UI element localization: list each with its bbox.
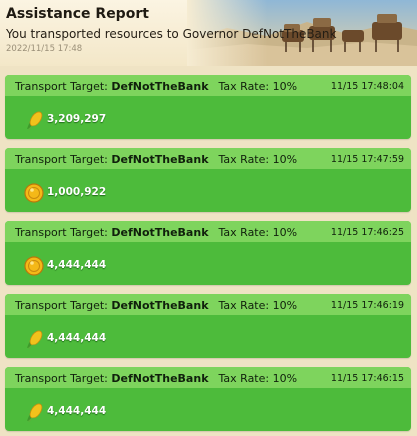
transport-target-prefix: Transport Target: — [15, 372, 108, 385]
resource-amount: 4,444,444 — [47, 259, 107, 271]
card-header: Transport Target: DefNotTheBank Tax Rate:… — [5, 367, 411, 388]
card-header: Transport Target: DefNotTheBank Tax Rate:… — [5, 75, 411, 96]
transport-target-prefix: Transport Target: — [15, 80, 108, 93]
resource-amount: 4,444,444 — [47, 405, 107, 417]
resource-amount: 3,209,297 — [47, 113, 107, 125]
transport-time: 11/15 17:47:59 — [330, 154, 404, 165]
transport-time: 11/15 17:48:04 — [330, 81, 404, 92]
transport-time: 11/15 17:46:25 — [330, 227, 404, 238]
transport-target-label: Transport Target: DefNotTheBank Tax Rate:… — [15, 372, 297, 385]
transport-target-prefix: Transport Target: — [15, 153, 108, 166]
report-date: 2022/11/15 17:48 — [6, 44, 83, 54]
transport-target-name: DefNotTheBank — [111, 226, 209, 239]
transport-card: Transport Target: DefNotTheBank Tax Rate:… — [5, 294, 411, 358]
report-subtitle: You transported resources to Governor De… — [6, 27, 337, 41]
transport-card: Transport Target: DefNotTheBank Tax Rate:… — [5, 75, 411, 139]
transport-target-prefix: Transport Target: — [15, 226, 108, 239]
transport-target-label: Transport Target: DefNotTheBank Tax Rate:… — [15, 299, 297, 312]
transport-time: 11/15 17:46:19 — [330, 300, 404, 311]
transport-card: Transport Target: DefNotTheBank Tax Rate:… — [5, 148, 411, 212]
resource-amount: 1,000,922 — [47, 186, 107, 198]
transport-target-name: DefNotTheBank — [111, 80, 209, 93]
report-header: Assistance Report You transported resour… — [0, 0, 417, 66]
card-header: Transport Target: DefNotTheBank Tax Rate:… — [5, 148, 411, 169]
tax-rate: Tax Rate: 10% — [218, 372, 298, 385]
card-header: Transport Target: DefNotTheBank Tax Rate:… — [5, 221, 411, 242]
transport-card: Transport Target: DefNotTheBank Tax Rate:… — [5, 367, 411, 431]
transport-target-name: DefNotTheBank — [111, 153, 209, 166]
transport-target-label: Transport Target: DefNotTheBank Tax Rate:… — [15, 226, 297, 239]
transport-target-name: DefNotTheBank — [111, 372, 209, 385]
tax-rate: Tax Rate: 10% — [218, 153, 298, 166]
resource-amount: 4,444,444 — [47, 332, 107, 344]
transport-target-name: DefNotTheBank — [111, 299, 209, 312]
transport-target-label: Transport Target: DefNotTheBank Tax Rate:… — [15, 153, 297, 166]
transport-target-label: Transport Target: DefNotTheBank Tax Rate:… — [15, 80, 297, 93]
gold-coin-icon — [24, 183, 44, 203]
gold-coin-icon — [24, 256, 44, 276]
corn-icon — [27, 111, 43, 130]
tax-rate: Tax Rate: 10% — [218, 226, 298, 239]
card-header: Transport Target: DefNotTheBank Tax Rate:… — [5, 294, 411, 315]
transport-target-prefix: Transport Target: — [15, 299, 108, 312]
tax-rate: Tax Rate: 10% — [218, 80, 298, 93]
transport-card: Transport Target: DefNotTheBank Tax Rate:… — [5, 221, 411, 285]
tax-rate: Tax Rate: 10% — [218, 299, 298, 312]
transport-time: 11/15 17:46:15 — [330, 373, 404, 384]
corn-icon — [27, 330, 43, 349]
report-title: Assistance Report — [6, 6, 149, 22]
corn-icon — [27, 403, 43, 422]
